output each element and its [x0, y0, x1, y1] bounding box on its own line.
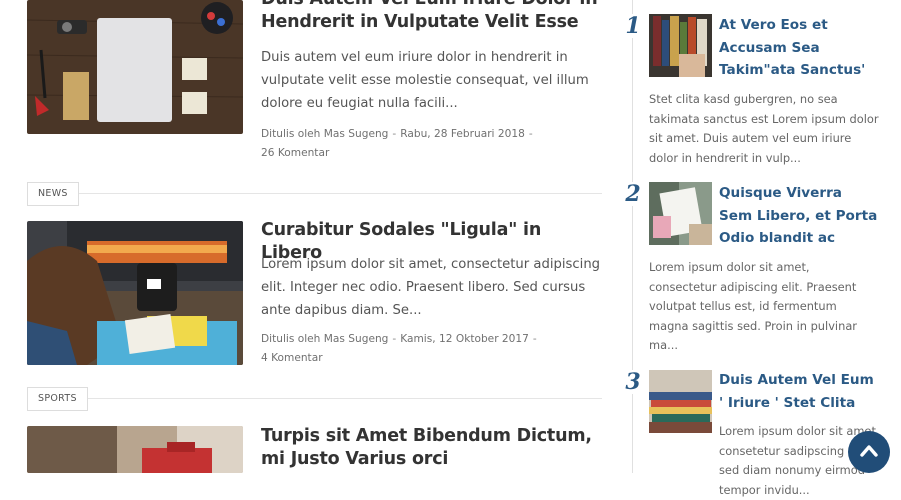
post-excerpt: Duis autem vel eum iriure dolor in hendr…: [261, 50, 589, 111]
popular-title[interactable]: Duis Autem Vel Eum ' Iriure ' Stet Clita: [719, 369, 879, 414]
post-date: Rabu, 28 Februari 2018: [400, 128, 525, 140]
meta-separator: -: [392, 333, 397, 345]
popular-title[interactable]: Quisque Viverra Sem Libero, et Porta Odi…: [719, 182, 879, 250]
post-thumbnail[interactable]: [27, 0, 243, 134]
category-divider: [27, 398, 602, 399]
category-label-sports[interactable]: SPORTS: [27, 387, 88, 411]
popular-title[interactable]: At Vero Eos et Accusam Sea Takim"ata San…: [719, 14, 879, 82]
meta-separator: -: [532, 333, 537, 345]
category-divider: [27, 193, 602, 194]
meta-separator: -: [392, 128, 397, 140]
category-row: NEWS: [27, 182, 602, 206]
popular-rank-number: 2: [623, 182, 643, 206]
post-author[interactable]: Ditulis oleh Mas Sugeng: [261, 128, 388, 140]
post-meta: Ditulis oleh Mas Sugeng - Rabu, 28 Februar…: [261, 125, 561, 163]
popular-excerpt: Stet clita kasd gubergren, no sea takima…: [649, 92, 879, 165]
post-title[interactable]: Turpis sit Amet Bibendum Dictum, mi Just…: [261, 425, 601, 471]
post-thumbnail[interactable]: [27, 426, 243, 473]
sidebar-timeline-line: [632, 0, 633, 473]
meta-separator: -: [528, 128, 533, 140]
post-comments[interactable]: 26 Komentar: [261, 147, 329, 159]
category-row: SPORTS: [27, 387, 602, 411]
popular-rank-number: 1: [623, 14, 643, 38]
popular-rank-number: 3: [623, 370, 643, 394]
post-title[interactable]: Duis Autem Vel Eum Iriure Dolor in Hendr…: [261, 0, 601, 34]
popular-thumbnail[interactable]: [649, 182, 712, 245]
post-comments[interactable]: 4 Komentar: [261, 352, 323, 364]
post-date: Kamis, 12 Oktober 2017: [400, 333, 529, 345]
post-author[interactable]: Ditulis oleh Mas Sugeng: [261, 333, 388, 345]
post-meta: Ditulis oleh Mas Sugeng - Kamis, 12 Oktobe…: [261, 330, 561, 368]
post-excerpt: Lorem ipsum dolor sit amet, consectetur …: [261, 257, 601, 318]
popular-thumbnail[interactable]: [649, 370, 712, 433]
popular-excerpt: Lorem ipsum dolor sit amet, consectetur …: [649, 260, 857, 352]
post-thumbnail[interactable]: [27, 221, 243, 365]
chevron-up-icon: [860, 445, 878, 457]
popular-thumbnail[interactable]: [649, 14, 712, 77]
category-label-news[interactable]: NEWS: [27, 182, 79, 206]
scroll-to-top-button[interactable]: [848, 431, 890, 473]
